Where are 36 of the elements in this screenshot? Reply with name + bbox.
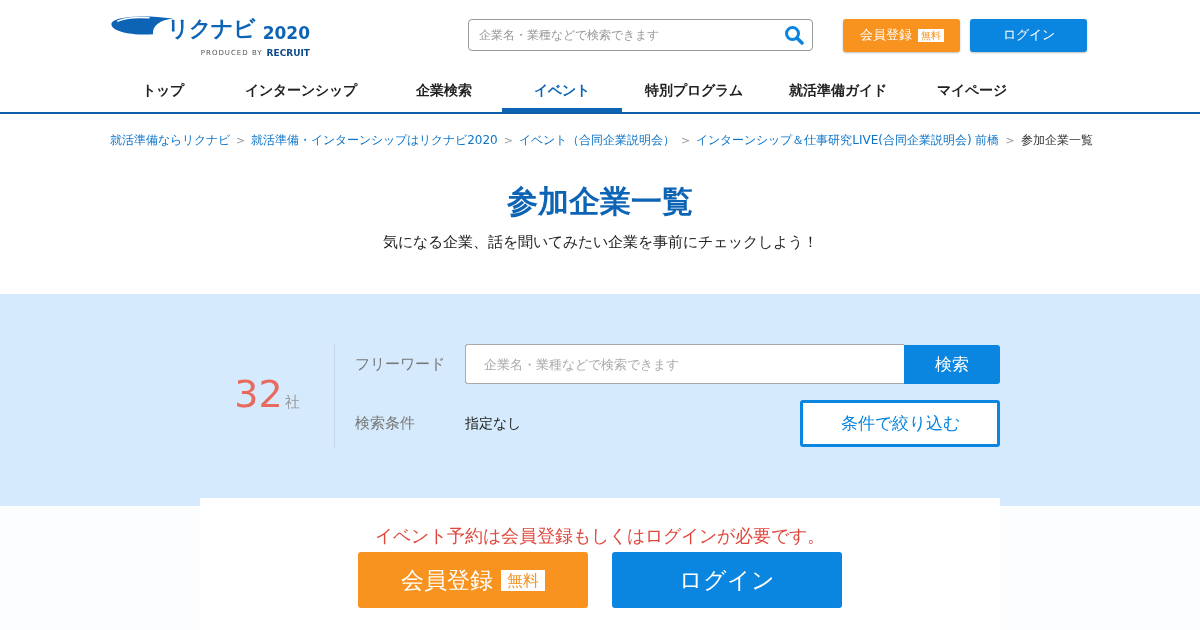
count-unit: 社	[284, 393, 300, 412]
logo-year: 2020	[262, 25, 310, 42]
free-badge: 無料	[501, 569, 545, 591]
nav-tab[interactable]: イベント	[502, 70, 622, 112]
login-button[interactable]: ログイン	[970, 18, 1087, 52]
search-button[interactable]: 検索	[904, 344, 1000, 384]
company-count: 32	[234, 372, 283, 416]
breadcrumb-link[interactable]: 就活準備ならリクナビ	[110, 132, 230, 149]
page-title: 参加企業一覧	[506, 182, 694, 221]
nav-tab[interactable]: 特別プログラム	[622, 70, 766, 112]
nav-tab[interactable]: マイページ	[910, 70, 1034, 112]
breadcrumb-link[interactable]: インターンシップ＆仕事研究LIVE(合同企業説明会) 前橋	[696, 132, 1000, 149]
search-icon[interactable]	[784, 25, 804, 45]
keyword-label: フリーワード	[355, 354, 446, 374]
free-badge: 無料	[917, 28, 944, 42]
condition-value: 指定なし	[465, 414, 522, 433]
page-subtitle: 気になる企業、話を聞いてみたい企業を事前にチェックしよう！	[382, 233, 818, 252]
login-required-message: イベント予約は会員登録もしくはログインが必要です。	[375, 524, 825, 548]
login-button[interactable]: ログイン	[612, 552, 842, 608]
nav-tab[interactable]: トップ	[110, 70, 216, 112]
breadcrumb-link[interactable]: イベント（合同企業説明会）	[519, 132, 675, 149]
logo-wordmark: リクナビ	[166, 14, 257, 42]
breadcrumb-separator: >	[503, 134, 513, 147]
nav-tab[interactable]: 就活準備ガイド	[766, 70, 910, 112]
breadcrumb-link[interactable]: 就活準備・インターンシップはリクナビ2020	[251, 132, 498, 149]
nav-tab[interactable]: 企業検索	[386, 70, 502, 112]
nav-tab[interactable]: インターンシップ	[216, 70, 386, 112]
breadcrumb-current: 参加企業一覧	[1020, 132, 1093, 149]
breadcrumb-separator: >	[236, 134, 246, 147]
keyword-field[interactable]: 企業名・業種などで検索できます	[465, 344, 904, 384]
company-wordmark: RECRUIT	[266, 48, 310, 58]
narrow-down-button[interactable]: 条件で絞り込む	[800, 400, 1000, 447]
search-field[interactable]: 企業名・業種などで検索できます	[468, 19, 813, 51]
breadcrumb-separator: >	[1005, 134, 1015, 147]
condition-label: 検索条件	[355, 414, 416, 433]
breadcrumb-separator: >	[681, 134, 691, 147]
